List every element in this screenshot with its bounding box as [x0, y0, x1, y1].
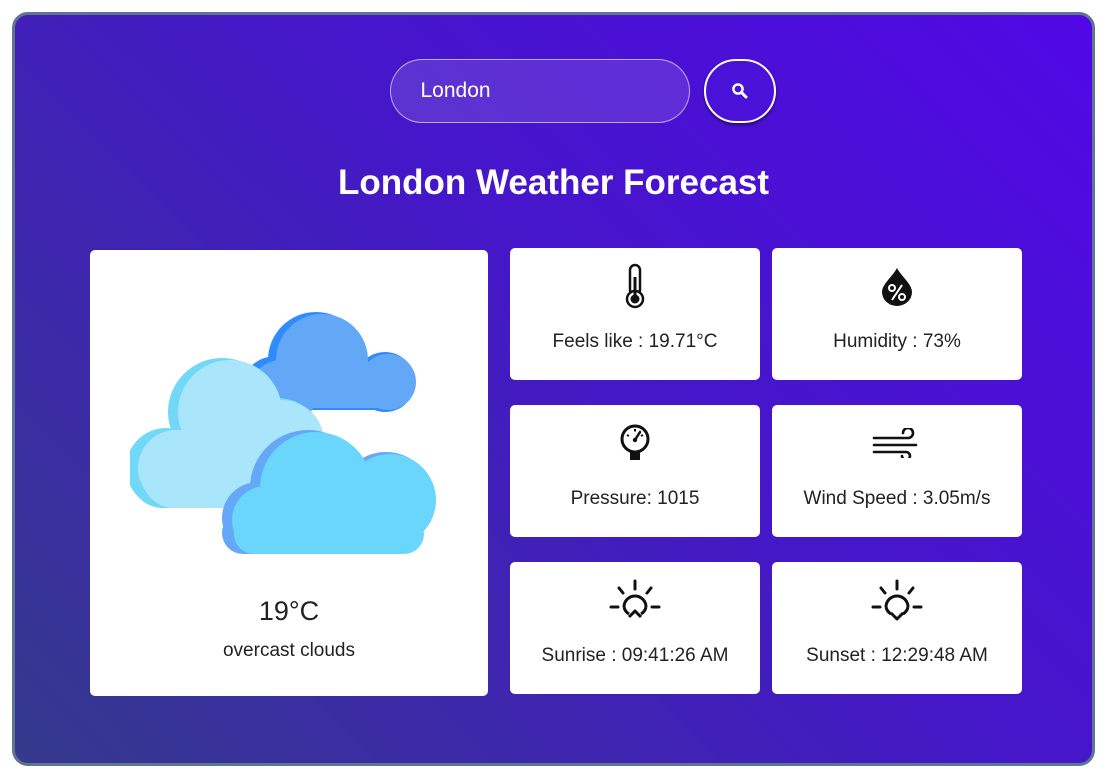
- wind-icon: [872, 428, 918, 458]
- page-title: London Weather Forecast: [337, 163, 770, 202]
- sunset-icon: [871, 579, 923, 621]
- feels-like-text: Feels like : 19.71°C: [552, 331, 718, 352]
- sunrise-text: Sunrise : 09:41:26 AM: [541, 645, 729, 666]
- temperature-value: 19°C: [258, 596, 320, 626]
- humidity-text: Humidity : 73%: [833, 331, 961, 352]
- search-button[interactable]: [703, 59, 776, 123]
- feels-like-card: Feels like : 19.71°C: [510, 248, 760, 380]
- pressure-text: Pressure: 1015: [570, 488, 700, 509]
- pressure-card: Pressure: 1015: [510, 405, 760, 537]
- search-icon: [731, 83, 747, 99]
- humidity-card: Humidity : 73%: [772, 248, 1022, 380]
- wind-speed-card: Wind Speed : 3.05m/s: [772, 405, 1022, 537]
- current-weather-card: 19°C overcast clouds: [90, 250, 488, 696]
- humidity-drop-icon: [882, 268, 912, 306]
- pressure-gauge-icon: [620, 424, 650, 460]
- sunrise-card: Sunrise : 09:41:26 AM: [510, 562, 760, 694]
- wind-speed-text: Wind Speed : 3.05m/s: [803, 488, 991, 509]
- weather-app-window: London Weather Forecast: [12, 12, 1095, 766]
- sunrise-icon: [609, 579, 661, 619]
- thermometer-icon: [625, 263, 645, 309]
- city-search-input[interactable]: [389, 59, 690, 123]
- sunset-card: Sunset : 12:29:48 AM: [772, 562, 1022, 694]
- overcast-clouds-icon: [130, 312, 436, 554]
- search-bar: [15, 59, 1092, 123]
- weather-description: overcast clouds: [222, 640, 355, 661]
- sunset-text: Sunset : 12:29:48 AM: [806, 645, 988, 666]
